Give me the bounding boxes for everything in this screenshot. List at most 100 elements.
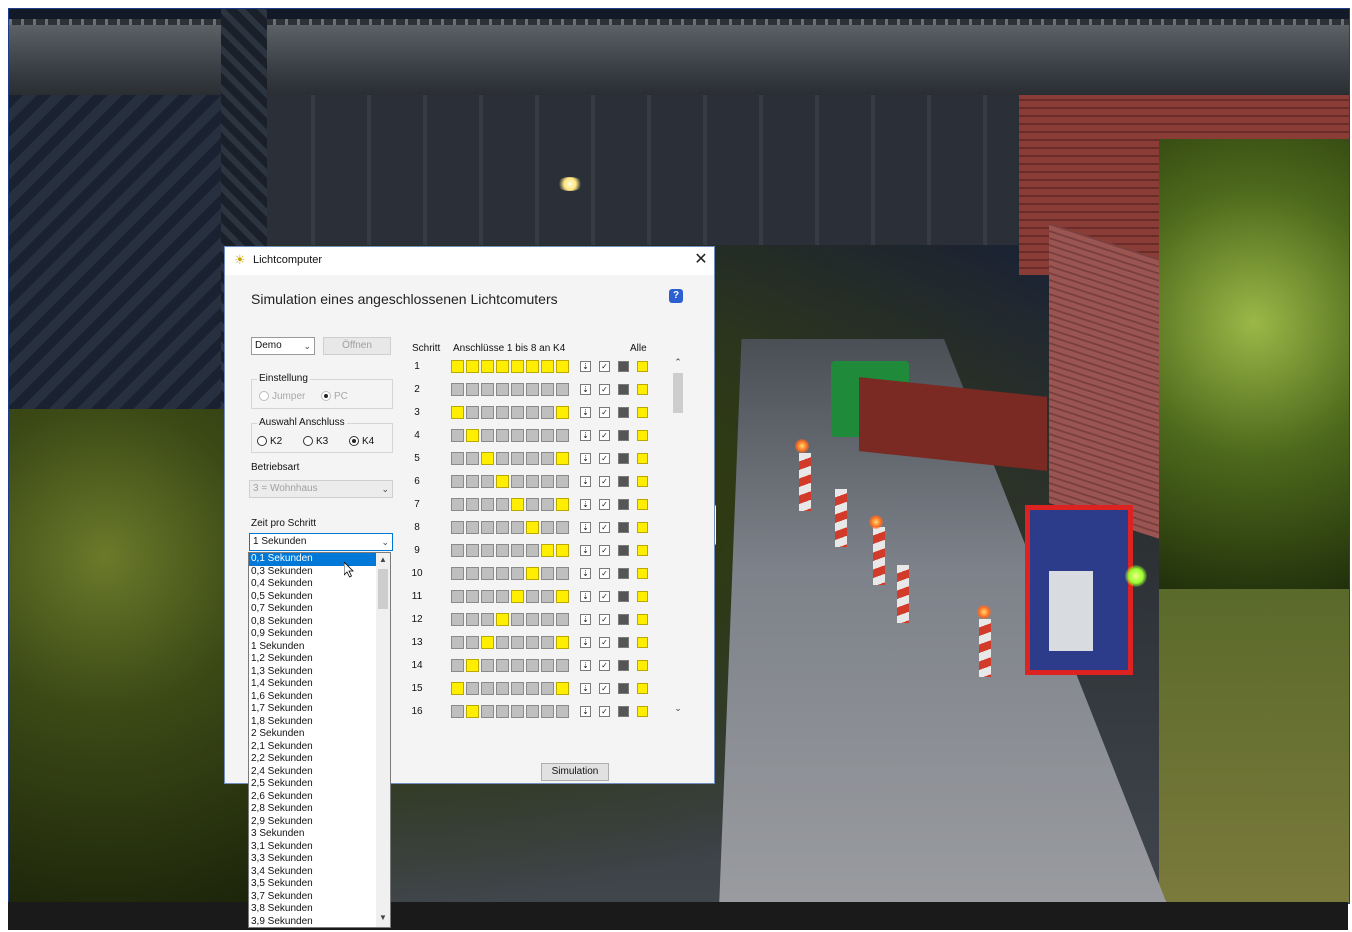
simulation-button[interactable]: Simulation [541,763,609,781]
output-cell[interactable] [481,659,494,672]
fill-icon[interactable] [618,591,629,602]
zeit-select[interactable]: 1 Sekunden ⌄ [249,533,393,551]
output-cell[interactable] [466,613,479,626]
output-cell[interactable] [556,544,569,557]
check-icon[interactable]: ✓ [599,591,610,602]
betriebsart-select[interactable]: 3 = Wohnhaus ⌄ [249,480,393,498]
copy-icon[interactable]: ⇣ [580,637,591,648]
output-cell[interactable] [526,567,539,580]
fill-icon[interactable] [618,499,629,510]
output-cell[interactable] [496,429,509,442]
output-cell[interactable] [556,590,569,603]
output-cell[interactable] [541,659,554,672]
output-cell[interactable] [541,429,554,442]
output-cell[interactable] [451,590,464,603]
fill-icon[interactable] [618,637,629,648]
output-cell[interactable] [541,498,554,511]
output-cell[interactable] [526,521,539,534]
output-cell[interactable] [511,406,524,419]
fill-icon[interactable] [618,568,629,579]
check-icon[interactable]: ✓ [599,407,610,418]
output-cell[interactable] [556,360,569,373]
output-cell[interactable] [481,406,494,419]
all-on-icon[interactable] [637,591,648,602]
dropdown-option[interactable]: 2,1 Sekunden [249,741,390,754]
output-cell[interactable] [496,406,509,419]
scroll-down-icon[interactable]: ⌄ [671,703,685,715]
fill-icon[interactable] [618,706,629,717]
copy-icon[interactable]: ⇣ [580,407,591,418]
output-cell[interactable] [466,659,479,672]
output-cell[interactable] [526,360,539,373]
check-icon[interactable]: ✓ [599,683,610,694]
check-icon[interactable]: ✓ [599,568,610,579]
copy-icon[interactable]: ⇣ [580,361,591,372]
output-cell[interactable] [466,475,479,488]
copy-icon[interactable]: ⇣ [580,430,591,441]
dropdown-option[interactable]: 1,3 Sekunden [249,666,390,679]
all-on-icon[interactable] [637,430,648,441]
output-cell[interactable] [496,544,509,557]
all-on-icon[interactable] [637,683,648,694]
output-cell[interactable] [541,705,554,718]
output-cell[interactable] [466,498,479,511]
output-cell[interactable] [466,544,479,557]
output-cell[interactable] [451,452,464,465]
all-on-icon[interactable] [637,614,648,625]
output-cell[interactable] [556,613,569,626]
output-cell[interactable] [466,452,479,465]
output-cell[interactable] [496,590,509,603]
output-cell[interactable] [466,360,479,373]
output-cell[interactable] [556,475,569,488]
fill-icon[interactable] [618,361,629,372]
output-cell[interactable] [541,590,554,603]
output-cell[interactable] [496,521,509,534]
output-cell[interactable] [451,429,464,442]
dropdown-option[interactable]: 3,5 Sekunden [249,878,390,891]
output-cell[interactable] [526,498,539,511]
output-cell[interactable] [556,705,569,718]
output-cell[interactable] [496,567,509,580]
dropdown-option[interactable]: 2 Sekunden [249,728,390,741]
output-cell[interactable] [556,659,569,672]
output-cell[interactable] [511,590,524,603]
all-on-icon[interactable] [637,476,648,487]
output-cell[interactable] [511,659,524,672]
output-cell[interactable] [541,475,554,488]
close-button[interactable]: ✕ [691,250,711,270]
output-cell[interactable] [466,636,479,649]
output-cell[interactable] [526,475,539,488]
check-icon[interactable]: ✓ [599,637,610,648]
output-cell[interactable] [541,383,554,396]
check-icon[interactable]: ✓ [599,453,610,464]
output-cell[interactable] [526,429,539,442]
fill-icon[interactable] [618,660,629,671]
output-cell[interactable] [481,452,494,465]
output-cell[interactable] [481,567,494,580]
output-cell[interactable] [511,383,524,396]
output-cell[interactable] [466,682,479,695]
all-on-icon[interactable] [637,545,648,556]
dropdown-option[interactable]: 3 Sekunden [249,828,390,841]
dropdown-option[interactable]: 3,9 Sekunden [249,916,390,928]
output-cell[interactable] [511,521,524,534]
output-cell[interactable] [496,475,509,488]
fill-icon[interactable] [618,545,629,556]
output-cell[interactable] [556,682,569,695]
dropdown-option[interactable]: 1,2 Sekunden [249,653,390,666]
output-cell[interactable] [481,429,494,442]
output-cell[interactable] [526,613,539,626]
fill-icon[interactable] [618,407,629,418]
output-cell[interactable] [511,360,524,373]
all-on-icon[interactable] [637,407,648,418]
output-cell[interactable] [541,682,554,695]
output-cell[interactable] [481,383,494,396]
output-cell[interactable] [496,360,509,373]
fill-icon[interactable] [618,683,629,694]
output-cell[interactable] [451,544,464,557]
all-on-icon[interactable] [637,706,648,717]
output-cell[interactable] [541,613,554,626]
output-cell[interactable] [451,498,464,511]
output-cell[interactable] [556,636,569,649]
output-cell[interactable] [556,406,569,419]
